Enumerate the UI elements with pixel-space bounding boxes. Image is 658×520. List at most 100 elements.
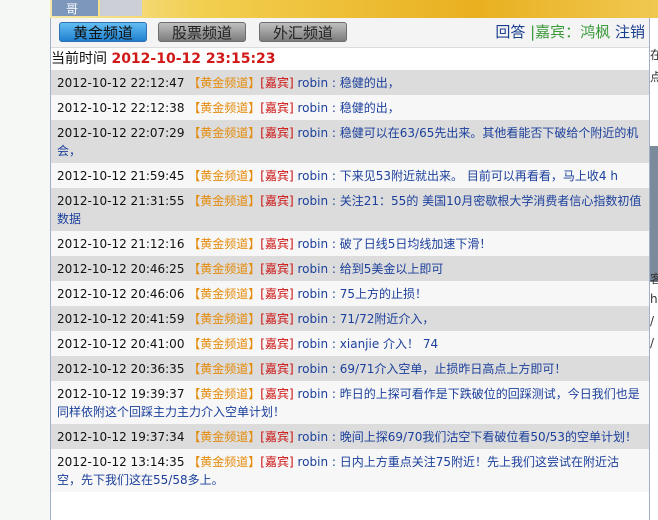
message-guest-tag: [嘉宾] — [260, 312, 294, 326]
current-time-row: 当前时间 2012-10-12 23:15:23 — [51, 48, 649, 70]
message-text: 给到5美金以上即可 — [339, 262, 444, 276]
message-time: 2012-10-12 22:12:47 — [57, 76, 185, 90]
message-channel: 【黄金频道】 — [188, 126, 261, 140]
message-channel: 【黄金频道】 — [188, 362, 261, 376]
message-text: 下来见53附近就出来。 目前可以再看看，马上收4 h — [339, 169, 618, 183]
message-time: 2012-10-12 22:07:29 — [57, 126, 185, 140]
message-user: robin — [297, 194, 329, 208]
message-user: robin — [297, 237, 329, 251]
message-text: 破了日线5日均线加速下滑！ — [339, 237, 492, 251]
message-channel: 【黄金频道】 — [188, 287, 261, 301]
message-channel: 【黄金频道】 — [188, 430, 261, 444]
message-user: robin — [297, 76, 329, 90]
message-separator: : — [331, 101, 336, 115]
message-channel: 【黄金频道】 — [188, 262, 261, 276]
message-text: xianjie 介入！ 74 — [339, 337, 439, 351]
channel-nav-bar: 黄金频道 股票频道 外汇频道 回答 |嘉宾：鸿枫 注销 — [51, 18, 649, 48]
message-row: 2012-10-12 20:46:25 【黄金频道】[嘉宾] robin : 给… — [51, 256, 649, 281]
message-text: 71/72附近介入， — [339, 312, 435, 326]
message-time: 2012-10-12 20:46:25 — [57, 262, 185, 276]
message-guest-tag: [嘉宾] — [260, 430, 294, 444]
right-edge-text: 点 — [650, 70, 658, 84]
message-user: robin — [297, 362, 329, 376]
message-time: 2012-10-12 21:31:55 — [57, 194, 185, 208]
message-row: 2012-10-12 20:41:59 【黄金频道】[嘉宾] robin : 7… — [51, 306, 649, 331]
message-guest-tag: [嘉宾] — [260, 237, 294, 251]
message-separator: : — [331, 287, 336, 301]
message-row: 2012-10-12 19:39:37 【黄金频道】[嘉宾] robin : 昨… — [51, 381, 649, 424]
tab-forex-channel[interactable]: 外汇频道 — [259, 22, 347, 42]
message-separator: : — [331, 76, 336, 90]
message-row: 2012-10-12 19:37:34 【黄金频道】[嘉宾] robin : 晚… — [51, 424, 649, 449]
message-time: 2012-10-12 20:41:00 — [57, 337, 185, 351]
user-links: 回答 |嘉宾：鸿枫 注销 — [495, 22, 645, 42]
message-channel: 【黄金频道】 — [188, 237, 261, 251]
tab-gold-channel[interactable]: 黄金频道 — [59, 22, 147, 42]
guest-label: 嘉宾： — [535, 23, 581, 41]
message-time: 2012-10-12 20:41:59 — [57, 312, 185, 326]
message-guest-tag: [嘉宾] — [260, 455, 294, 469]
live-chat-panel: 黄金频道 股票频道 外汇频道 回答 |嘉宾：鸿枫 注销 当前时间 2012-10… — [50, 18, 650, 520]
message-time: 2012-10-12 19:37:34 — [57, 430, 185, 444]
message-channel: 【黄金频道】 — [188, 76, 261, 90]
message-guest-tag: [嘉宾] — [260, 126, 294, 140]
message-guest-tag: [嘉宾] — [260, 101, 294, 115]
message-row: 2012-10-12 22:12:47 【黄金频道】[嘉宾] robin : 稳… — [51, 70, 649, 95]
message-list: 2012-10-12 22:12:47 【黄金频道】[嘉宾] robin : 稳… — [51, 70, 649, 492]
message-user: robin — [297, 169, 329, 183]
banner-tab-secondary[interactable] — [100, 0, 142, 16]
message-user: robin — [297, 455, 329, 469]
message-separator: : — [331, 169, 336, 183]
message-text: 69/71介入空单，止损昨日高点上方即可！ — [339, 362, 567, 376]
message-time: 2012-10-12 19:39:37 — [57, 387, 185, 401]
left-edge-strip — [0, 0, 50, 520]
banner-tab[interactable]: 哥 — [52, 0, 98, 16]
right-edge-text: / — [650, 336, 655, 350]
message-channel: 【黄金频道】 — [188, 312, 261, 326]
message-user: robin — [297, 312, 329, 326]
message-channel: 【黄金频道】 — [188, 387, 261, 401]
tab-stock-channel[interactable]: 股票频道 — [158, 22, 246, 42]
message-separator: : — [331, 194, 336, 208]
right-edge-fragment: 在 点 客 h / / — [650, 18, 658, 520]
message-text: 晚间上探69/70我们沽空下看破位看50/53的空单计划！ — [339, 430, 637, 444]
message-guest-tag: [嘉宾] — [260, 337, 294, 351]
answer-link[interactable]: 回答 — [495, 23, 525, 41]
message-guest-tag: [嘉宾] — [260, 362, 294, 376]
right-edge-text: / — [650, 314, 655, 328]
message-row: 2012-10-12 22:12:38 【黄金频道】[嘉宾] robin : 稳… — [51, 95, 649, 120]
message-channel: 【黄金频道】 — [188, 194, 261, 208]
message-separator: : — [331, 126, 336, 140]
logout-link[interactable]: 注销 — [615, 23, 645, 41]
message-separator: : — [331, 455, 336, 469]
message-guest-tag: [嘉宾] — [260, 169, 294, 183]
message-row: 2012-10-12 20:41:00 【黄金频道】[嘉宾] robin : x… — [51, 331, 649, 356]
right-edge-image — [650, 146, 658, 282]
message-row: 2012-10-12 20:36:35 【黄金频道】[嘉宾] robin : 6… — [51, 356, 649, 381]
banner-tab-label: 哥 — [66, 2, 79, 16]
message-user: robin — [297, 287, 329, 301]
message-time: 2012-10-12 20:46:06 — [57, 287, 185, 301]
message-guest-tag: [嘉宾] — [260, 287, 294, 301]
message-time: 2012-10-12 21:12:16 — [57, 237, 185, 251]
message-guest-tag: [嘉宾] — [260, 76, 294, 90]
message-time: 2012-10-12 20:36:35 — [57, 362, 185, 376]
message-row: 2012-10-12 21:12:16 【黄金频道】[嘉宾] robin : 破… — [51, 231, 649, 256]
message-text: 75上方的止损！ — [339, 287, 428, 301]
message-guest-tag: [嘉宾] — [260, 194, 294, 208]
right-edge-text: 客 — [650, 272, 658, 286]
guest-name: 鸿枫 — [580, 23, 611, 41]
message-time: 2012-10-12 22:12:38 — [57, 101, 185, 115]
message-user: robin — [297, 337, 329, 351]
current-time-value: 2012-10-12 23:15:23 — [111, 51, 276, 67]
message-separator: : — [331, 387, 336, 401]
message-user: robin — [297, 101, 329, 115]
message-user: robin — [297, 126, 329, 140]
message-user: robin — [297, 262, 329, 276]
message-guest-tag: [嘉宾] — [260, 262, 294, 276]
message-user: robin — [297, 430, 329, 444]
message-channel: 【黄金频道】 — [188, 101, 261, 115]
message-separator: : — [331, 262, 336, 276]
message-text: 稳健的出， — [339, 76, 400, 90]
message-text: 稳健的出， — [339, 101, 400, 115]
